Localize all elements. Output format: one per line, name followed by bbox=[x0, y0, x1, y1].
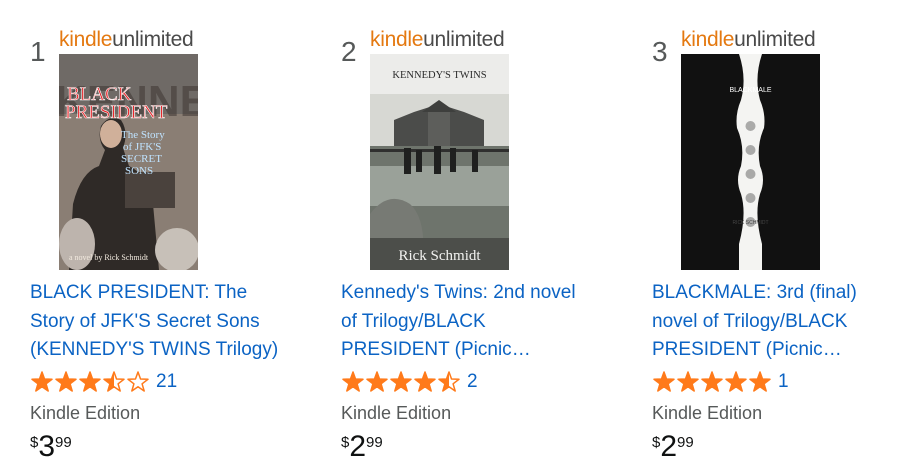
svg-text:a novel by Rick Schmidt: a novel by Rick Schmidt bbox=[69, 253, 149, 262]
format-label: Kindle Edition bbox=[30, 403, 141, 423]
book-cover-image[interactable]: KENNEDY'S TWINS Rick Schmidt bbox=[370, 54, 509, 270]
review-count-link[interactable]: 21 bbox=[156, 371, 177, 393]
book-cover-image[interactable]: KENNEDY BLACK PRESIDENT The Story of JFK… bbox=[59, 54, 198, 270]
rank-number: 2 bbox=[341, 36, 357, 67]
rating-stars bbox=[342, 371, 460, 392]
star-icon bbox=[438, 371, 460, 392]
star-icon bbox=[127, 371, 149, 392]
svg-text:RICK SCHMIDT: RICK SCHMIDT bbox=[732, 220, 768, 226]
star-icon bbox=[414, 371, 436, 392]
svg-text:SONS: SONS bbox=[125, 165, 153, 177]
star-icon bbox=[390, 371, 412, 392]
format-label: Kindle Edition bbox=[341, 403, 452, 423]
star-rating[interactable]: 2 bbox=[341, 371, 478, 393]
star-icon bbox=[701, 371, 723, 392]
svg-text:KENNEDY'S TWINS: KENNEDY'S TWINS bbox=[392, 70, 486, 81]
format-label: Kindle Edition bbox=[652, 403, 763, 423]
star-icon bbox=[79, 371, 101, 392]
rank-number: 1 bbox=[30, 36, 46, 67]
review-count-link[interactable]: 1 bbox=[778, 371, 789, 393]
star-icon bbox=[366, 371, 388, 392]
kindle-unlimited-logo: kindleunlimited bbox=[370, 28, 505, 51]
svg-text:of JFK'S: of JFK'S bbox=[123, 141, 161, 153]
book-title-link[interactable]: BLACKMALE: 3rd (final) novel of Trilogy/… bbox=[652, 279, 902, 365]
rating-stars bbox=[31, 371, 149, 392]
star-icon bbox=[653, 371, 675, 392]
kindle-unlimited-logo: kindleunlimited bbox=[681, 28, 816, 51]
star-icon bbox=[677, 371, 699, 392]
svg-text:PRESIDENT: PRESIDENT bbox=[65, 102, 168, 123]
star-icon bbox=[342, 371, 364, 392]
book-card-1[interactable]: 1 kindleunlimited KENNEDY BLACK PRESIDEN… bbox=[30, 0, 330, 473]
price: $299 bbox=[652, 430, 694, 463]
book-card-3[interactable]: 3 kindleunlimited BLACKMALE RICK SCHMIDT… bbox=[652, 0, 903, 473]
star-rating[interactable]: 21 bbox=[30, 371, 177, 393]
price: $399 bbox=[30, 430, 72, 463]
rating-stars bbox=[653, 371, 771, 392]
star-icon bbox=[749, 371, 771, 392]
book-card-2[interactable]: 2 kindleunlimited KENNEDY'S TWINS Rick S… bbox=[341, 0, 641, 473]
svg-text:Rick Schmidt: Rick Schmidt bbox=[398, 248, 481, 264]
star-icon bbox=[31, 371, 53, 392]
star-rating[interactable]: 1 bbox=[652, 371, 789, 393]
star-icon bbox=[725, 371, 747, 392]
svg-text:The Story: The Story bbox=[121, 129, 165, 141]
book-title-link[interactable]: Kennedy's Twins: 2nd novel of Trilogy/BL… bbox=[341, 279, 591, 365]
price: $299 bbox=[341, 430, 383, 463]
star-icon bbox=[103, 371, 125, 392]
star-icon bbox=[55, 371, 77, 392]
book-cover-image[interactable]: BLACKMALE RICK SCHMIDT bbox=[681, 54, 820, 270]
svg-text:BLACKMALE: BLACKMALE bbox=[729, 87, 771, 94]
book-title-link[interactable]: BLACK PRESIDENT: The Story of JFK'S Secr… bbox=[30, 279, 280, 365]
svg-text:SECRET: SECRET bbox=[121, 153, 162, 165]
kindle-unlimited-logo: kindleunlimited bbox=[59, 28, 194, 51]
review-count-link[interactable]: 2 bbox=[467, 371, 478, 393]
rank-number: 3 bbox=[652, 36, 668, 67]
